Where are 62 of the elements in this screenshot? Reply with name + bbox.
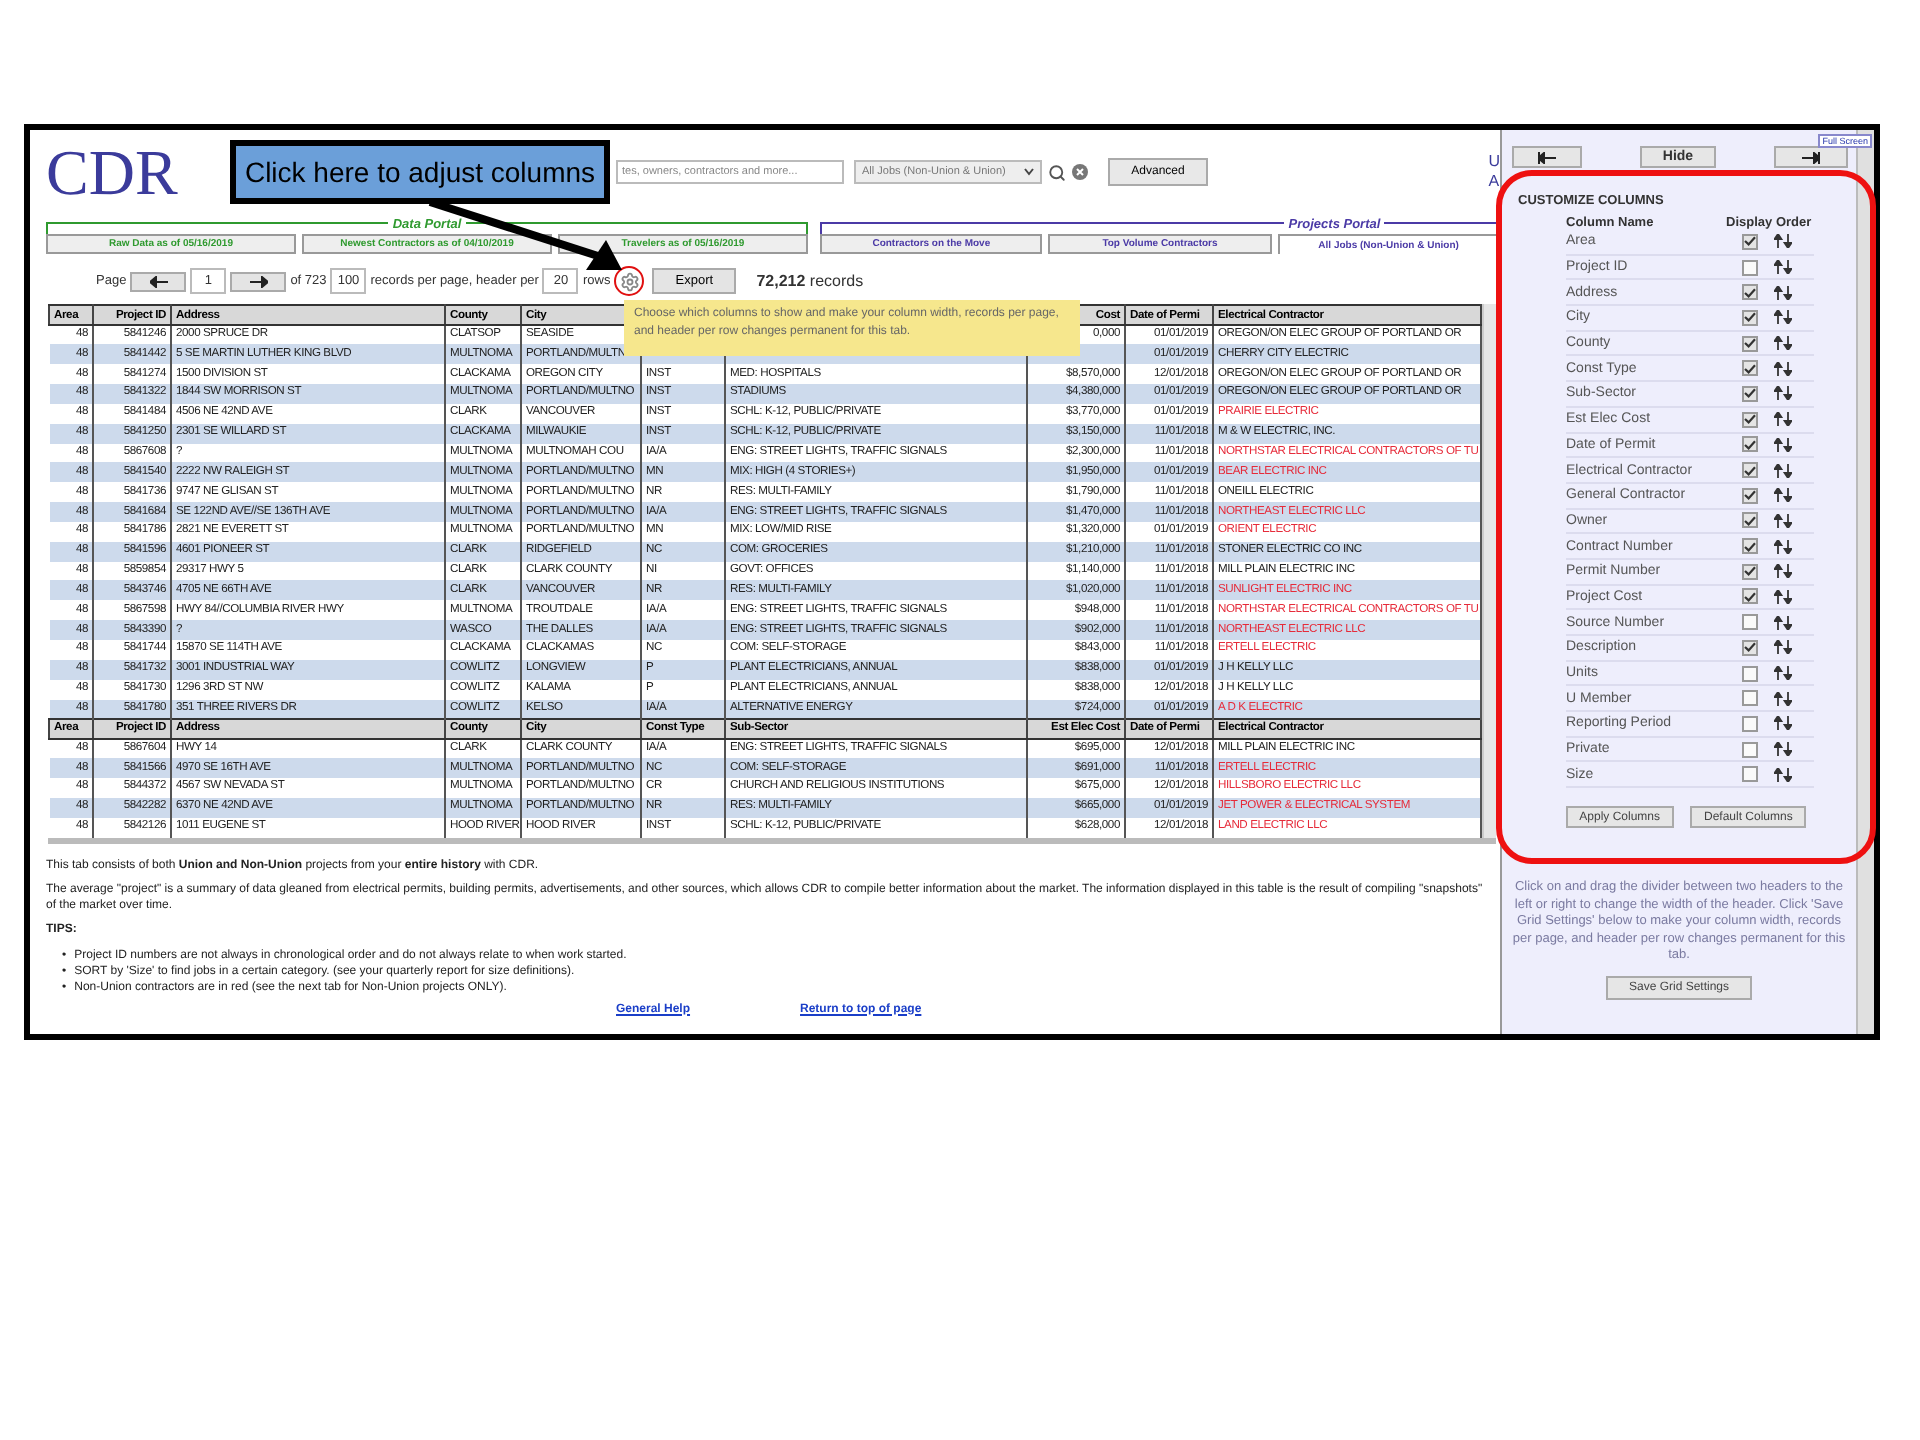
checkbox[interactable] (1742, 741, 1758, 758)
checkbox[interactable] (1742, 385, 1758, 402)
checkbox[interactable] (1742, 284, 1758, 301)
checkbox[interactable] (1742, 436, 1758, 453)
checkbox[interactable] (1742, 360, 1758, 377)
reorder-arrows-icon[interactable] (1774, 589, 1792, 604)
checkbox[interactable] (1742, 639, 1758, 656)
next-page-button[interactable] (230, 271, 287, 291)
previous-page-button[interactable] (130, 271, 187, 291)
scrollbar[interactable] (1482, 304, 1496, 838)
collapse-left-button[interactable] (1512, 146, 1582, 168)
reorder-arrows-icon[interactable] (1774, 742, 1792, 757)
header-label: U (1488, 152, 1500, 172)
checkbox[interactable] (1742, 309, 1758, 326)
reorder-arrows-icon[interactable] (1774, 310, 1792, 325)
search-icon[interactable] (1048, 163, 1066, 181)
reorder-arrows-icon[interactable] (1774, 336, 1792, 351)
records-count: 72,212 records (756, 272, 864, 290)
checkbox[interactable] (1742, 538, 1758, 555)
reorder-arrows-icon[interactable] (1774, 513, 1792, 528)
callout: Click here to adjust columns (230, 140, 610, 204)
reorder-arrows-icon[interactable] (1774, 539, 1792, 554)
reorder-arrows-icon[interactable] (1774, 463, 1792, 478)
reorder-arrows-icon[interactable] (1774, 691, 1792, 706)
checkbox[interactable] (1742, 690, 1758, 707)
expand-right-icon (1802, 151, 1820, 163)
reorder-arrows-icon[interactable] (1774, 615, 1792, 630)
logo: CDR (46, 135, 180, 209)
chevron-down-icon (1024, 168, 1034, 176)
reorder-arrows-icon[interactable] (1774, 488, 1792, 503)
reorder-arrows-icon[interactable] (1774, 386, 1792, 401)
right-arrow-icon (249, 275, 268, 287)
checkbox[interactable] (1742, 665, 1758, 682)
checkbox[interactable] (1742, 715, 1758, 732)
checkbox[interactable] (1742, 335, 1758, 352)
checkbox[interactable] (1742, 462, 1758, 479)
checkbox[interactable] (1742, 614, 1758, 631)
header-label: A (1488, 172, 1500, 192)
left-arrow-icon (149, 275, 168, 287)
checkbox[interactable] (1742, 487, 1758, 504)
checkbox[interactable] (1742, 563, 1758, 580)
reorder-arrows-icon[interactable] (1774, 640, 1792, 655)
reorder-arrows-icon[interactable] (1774, 716, 1792, 731)
clear-icon[interactable] (1072, 164, 1088, 180)
expand-right-button[interactable] (1774, 146, 1848, 168)
reorder-arrows-icon[interactable] (1774, 285, 1792, 300)
reorder-arrows-icon[interactable] (1774, 412, 1792, 427)
reorder-arrows-icon[interactable] (1774, 437, 1792, 452)
checkbox[interactable] (1742, 259, 1758, 276)
checkbox[interactable] (1742, 766, 1758, 783)
settings-button[interactable] (614, 266, 645, 296)
checkbox[interactable] (1742, 233, 1758, 250)
reorder-arrows-icon[interactable] (1774, 564, 1792, 579)
checkbox[interactable] (1742, 411, 1758, 428)
checkbox[interactable] (1742, 588, 1758, 605)
reorder-arrows-icon[interactable] (1774, 260, 1792, 275)
reorder-arrows-icon[interactable] (1774, 767, 1792, 782)
collapse-left-icon (1538, 151, 1556, 163)
checkbox[interactable] (1742, 512, 1758, 529)
reorder-arrows-icon[interactable] (1774, 361, 1792, 376)
reorder-arrows-icon[interactable] (1774, 666, 1792, 681)
reorder-arrows-icon[interactable] (1774, 234, 1792, 249)
